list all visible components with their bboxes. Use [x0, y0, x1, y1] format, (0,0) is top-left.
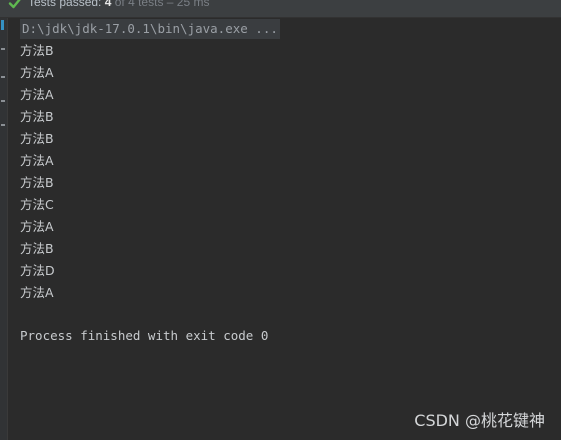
gutter-marker [1, 48, 5, 50]
output-line: 方法A [20, 153, 54, 168]
gutter-marker [1, 124, 5, 126]
output-line: 方法A [20, 87, 54, 102]
output-line: 方法C [20, 197, 54, 212]
output-line: 方法B [20, 241, 54, 256]
run-console-window: Tests passed: 4 of 4 tests – 25 ms D:\jd… [0, 0, 561, 440]
output-line: 方法B [20, 131, 54, 146]
output-line: 方法A [20, 219, 54, 234]
check-icon [8, 0, 21, 9]
output-line: 方法A [20, 285, 54, 300]
output-line: 方法B [20, 109, 54, 124]
gutter-marker [1, 100, 5, 102]
gutter-marker [1, 20, 4, 30]
test-status-text: Tests passed: 4 of 4 tests – 25 ms [28, 0, 209, 10]
watermark: CSDN @桃花键神 [414, 411, 545, 430]
output-line: 方法B [20, 175, 54, 190]
gutter-marker [1, 76, 5, 78]
run-command-line[interactable]: D:\jdk\jdk-17.0.1\bin\java.exe ... [20, 19, 280, 39]
tests-passed-count: 4 [104, 0, 112, 9]
console-output-area[interactable]: D:\jdk\jdk-17.0.1\bin\java.exe ... 方法B 方法… [8, 18, 561, 440]
process-finished-message: Process finished with exit code 0 [20, 328, 269, 343]
tests-passed-label: Tests passed: [28, 0, 102, 9]
console-gutter [0, 18, 8, 440]
tests-summary: of 4 tests – 25 ms [114, 0, 210, 9]
test-status-bar: Tests passed: 4 of 4 tests – 25 ms [0, 0, 561, 18]
output-lines: 方法B 方法A 方法A 方法B 方法B 方法A 方法B 方法C 方法A 方法B 方法D 方法A [20, 40, 55, 304]
output-line: 方法B [20, 43, 54, 58]
output-line: 方法D [20, 263, 55, 278]
output-line: 方法A [20, 65, 54, 80]
